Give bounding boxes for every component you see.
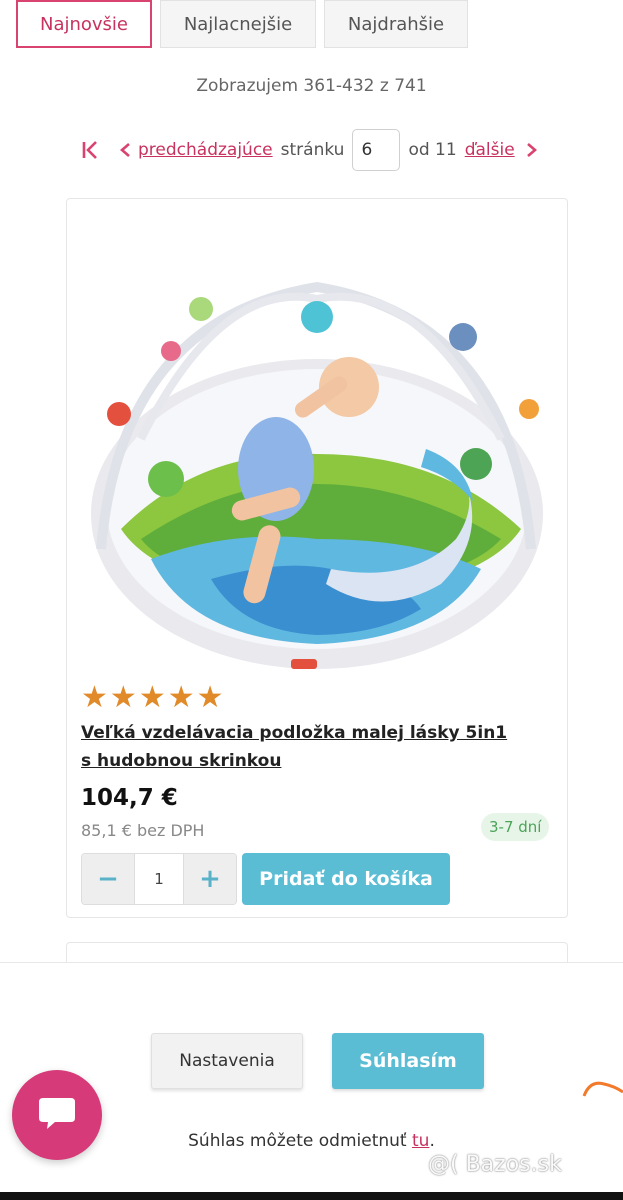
sort-tabs: Najnovšie Najlacnejšie Najdrahšie (16, 0, 468, 48)
sort-tab-cheapest[interactable]: Najlacnejšie (160, 0, 316, 48)
star-icon: ★ (138, 680, 166, 715)
cookie-decline-label: Súhlas môžete odmietnuť (188, 1131, 412, 1151)
sort-tab-newest[interactable]: Najnovšie (16, 0, 152, 48)
add-to-cart-button[interactable]: Pridať do košíka (242, 853, 450, 905)
prev-page-link[interactable]: predchádzajúce (138, 140, 273, 160)
prev-page-icon[interactable] (118, 139, 132, 161)
page-number-input[interactable] (352, 129, 401, 171)
rating-stars: ★ ★ ★ ★ ★ (81, 683, 224, 713)
cookie-decline-end: . (429, 1131, 435, 1151)
pagination: predchádzajúce stránku od 11 ďalšie (80, 128, 539, 172)
sort-tab-most-expensive[interactable]: Najdrahšie (324, 0, 468, 48)
star-icon: ★ (81, 680, 108, 715)
chat-button[interactable] (12, 1070, 102, 1160)
cookie-accept-button[interactable]: Súhlasím (332, 1033, 484, 1089)
watermark: @( Bazos.sk (428, 1152, 562, 1177)
quantity-stepper: − 1 + (81, 853, 237, 905)
cookie-decline-link[interactable]: tu (412, 1131, 429, 1151)
star-icon: ★ (109, 680, 137, 715)
product-price-net: 85,1 € bez DPH (81, 821, 205, 840)
next-page-icon[interactable] (525, 139, 539, 161)
next-page-link[interactable]: ďalšie (465, 140, 515, 160)
page-word: stránku (280, 140, 345, 160)
page-total: od 11 (408, 140, 457, 160)
star-icon: ★ (167, 680, 195, 715)
first-page-icon[interactable] (80, 139, 102, 161)
quantity-value[interactable]: 1 (134, 854, 184, 904)
product-title-link[interactable]: Veľká vzdelávacia podložka malej lásky 5… (81, 719, 521, 775)
results-count: Zobrazujem 361-432 z 741 (196, 76, 427, 96)
quantity-increase-button[interactable]: + (184, 854, 236, 904)
quantity-decrease-button[interactable]: − (82, 854, 134, 904)
product-price: 104,7 € (81, 785, 178, 811)
product-card: ★ ★ ★ ★ ★ Veľká vzdelávacia podložka mal… (66, 198, 568, 918)
orange-scribble (582, 1081, 623, 1097)
bottom-bar (0, 1192, 623, 1200)
chat-bubble-icon (37, 1094, 77, 1136)
star-icon: ★ (196, 680, 224, 715)
cookie-settings-button[interactable]: Nastavenia (151, 1033, 303, 1089)
delivery-badge: 3-7 dní (481, 813, 550, 841)
product-image[interactable] (81, 239, 553, 675)
